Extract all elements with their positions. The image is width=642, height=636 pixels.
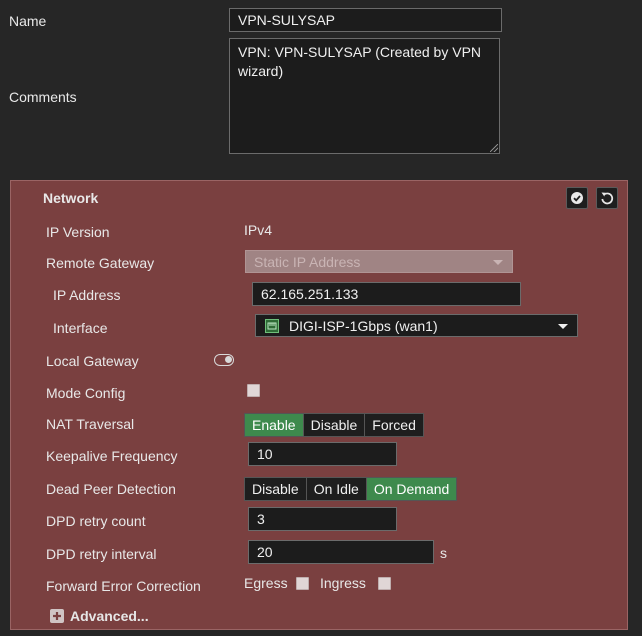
dpd-label: Dead Peer Detection xyxy=(46,481,176,497)
fec-label: Forward Error Correction xyxy=(46,578,201,594)
nat-traversal-forced-option[interactable]: Forced xyxy=(364,414,423,436)
keepalive-value: 10 xyxy=(257,446,273,462)
reset-section-button[interactable] xyxy=(596,187,618,209)
nat-traversal-label: NAT Traversal xyxy=(46,416,135,432)
undo-icon xyxy=(601,192,614,205)
remote-gateway-label: Remote Gateway xyxy=(46,255,155,271)
network-section-title: Network xyxy=(43,190,99,206)
fec-egress-checkbox[interactable] xyxy=(296,577,309,590)
plus-square-icon xyxy=(50,609,64,623)
fec-egress-label: Egress xyxy=(244,575,288,591)
dpd-retry-interval-value: 20 xyxy=(257,544,273,560)
nat-traversal-enable-option[interactable]: Enable xyxy=(245,414,303,436)
local-gateway-label: Local Gateway xyxy=(46,353,139,369)
chevron-down-icon xyxy=(493,259,503,265)
dpd-retry-interval-label: DPD retry interval xyxy=(46,546,157,562)
mode-config-checkbox[interactable] xyxy=(247,384,260,397)
local-gateway-toggle[interactable] xyxy=(214,354,234,366)
dpd-on-idle-option[interactable]: On Idle xyxy=(305,478,366,500)
chevron-down-icon xyxy=(558,323,568,329)
mode-config-label: Mode Config xyxy=(46,385,126,401)
dpd-retry-interval-unit: s xyxy=(440,545,447,561)
name-label: Name xyxy=(9,13,47,29)
advanced-label: Advanced... xyxy=(70,608,149,624)
dpd-disable-option[interactable]: Disable xyxy=(245,478,306,500)
resize-grip-icon[interactable] xyxy=(490,144,498,152)
network-port-icon xyxy=(265,318,279,333)
interface-label: Interface xyxy=(53,320,108,336)
fec-ingress-checkbox[interactable] xyxy=(378,577,391,590)
ip-address-label: IP Address xyxy=(53,287,121,303)
ip-address-value: 62.165.251.133 xyxy=(261,286,359,302)
nat-traversal-toggle-group: Enable Disable Forced xyxy=(244,413,424,437)
check-circle-icon xyxy=(571,192,583,204)
comments-textarea-value: VPN: VPN-SULYSAP (Created by VPN wizard) xyxy=(238,44,482,79)
ip-address-input[interactable]: 62.165.251.133 xyxy=(252,282,521,306)
comments-label: Comments xyxy=(9,89,77,105)
nat-traversal-disable-option[interactable]: Disable xyxy=(302,414,365,436)
enable-section-button[interactable] xyxy=(566,187,588,209)
ip-version-value: IPv4 xyxy=(244,222,273,238)
name-input-value: VPN-SULYSAP xyxy=(238,12,335,28)
network-panel: Network IP Version IPv4 Remote Gateway S… xyxy=(10,180,628,630)
ip-version-label: IP Version xyxy=(46,224,110,240)
keepalive-label: Keepalive Frequency xyxy=(46,448,178,464)
remote-gateway-value: Static IP Address xyxy=(254,253,361,270)
dpd-retry-interval-input[interactable]: 20 xyxy=(248,540,434,564)
interface-select[interactable]: DIGI-ISP-1Gbps (wan1) xyxy=(255,314,578,337)
dpd-retry-count-value: 3 xyxy=(257,511,265,527)
dpd-retry-count-label: DPD retry count xyxy=(46,513,146,529)
dpd-on-demand-option[interactable]: On Demand xyxy=(365,478,457,500)
keepalive-input[interactable]: 10 xyxy=(248,442,397,466)
fec-ingress-label: Ingress xyxy=(320,575,366,591)
comments-textarea[interactable]: VPN: VPN-SULYSAP (Created by VPN wizard) xyxy=(229,38,500,154)
dpd-toggle-group: Disable On Idle On Demand xyxy=(244,477,458,501)
advanced-expander[interactable]: Advanced... xyxy=(50,608,149,624)
interface-value: DIGI-ISP-1Gbps (wan1) xyxy=(289,317,438,334)
name-input[interactable]: VPN-SULYSAP xyxy=(229,8,502,32)
dpd-retry-count-input[interactable]: 3 xyxy=(248,507,397,531)
remote-gateway-select: Static IP Address xyxy=(245,250,513,273)
